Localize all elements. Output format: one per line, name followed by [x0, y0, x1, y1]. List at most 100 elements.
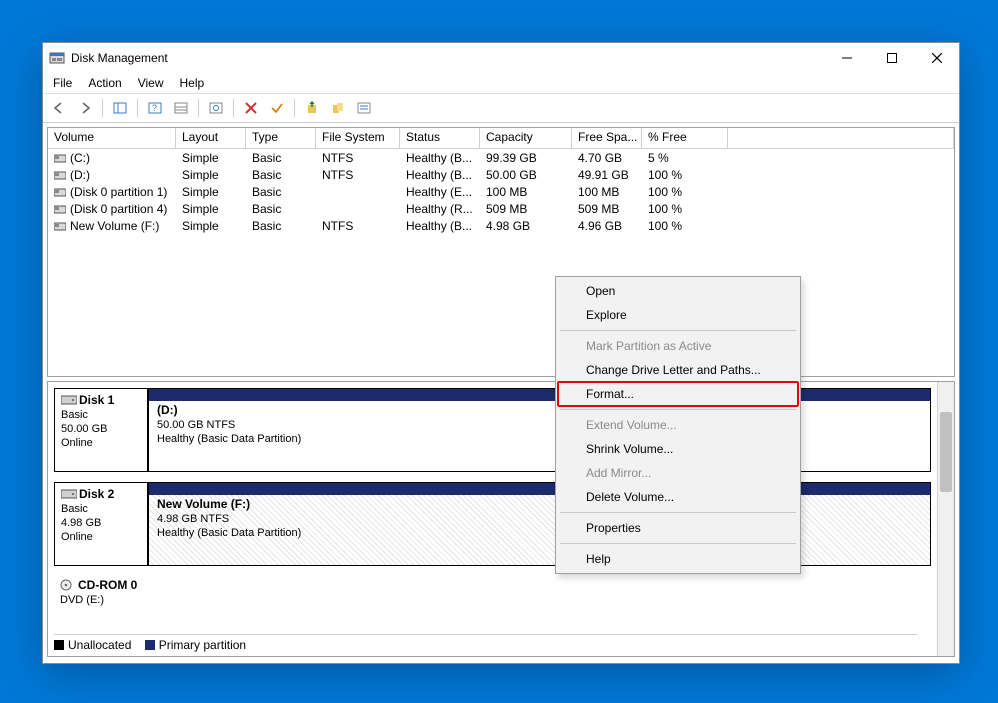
volume-status: Healthy (R... [400, 202, 480, 216]
svg-text:?: ? [152, 103, 157, 113]
app-icon [49, 50, 65, 66]
ctx-explore[interactable]: Explore [558, 303, 798, 327]
disk-type: Basic [61, 409, 88, 421]
disk-vol-title: (D:) [157, 403, 922, 417]
disk-label[interactable]: Disk 1 Basic 50.00 GB Online [54, 388, 148, 472]
volume-pct: 5 % [642, 151, 728, 165]
back-button[interactable] [47, 96, 71, 120]
volume-row[interactable]: New Volume (F:) Simple Basic NTFS Health… [48, 217, 954, 234]
ctx-shrink[interactable]: Shrink Volume... [558, 437, 798, 461]
col-pct-free[interactable]: % Free [642, 128, 728, 148]
volume-status: Healthy (B... [400, 151, 480, 165]
volume-pct: 100 % [642, 168, 728, 182]
col-status[interactable]: Status [400, 128, 480, 148]
disk-label[interactable]: Disk 2 Basic 4.98 GB Online [54, 482, 148, 566]
refresh-button[interactable] [169, 96, 193, 120]
drive-icon [54, 169, 66, 181]
disk-row: CD-ROM 0 DVD (E:) [54, 576, 931, 614]
action2-button[interactable] [326, 96, 350, 120]
volume-type: Basic [246, 185, 316, 199]
window-title: Disk Management [71, 51, 168, 65]
drive-icon [54, 152, 66, 164]
volume-capacity: 100 MB [480, 185, 572, 199]
menu-help[interactable]: Help [172, 74, 213, 92]
volume-row[interactable]: (D:) Simple Basic NTFS Healthy (B... 50.… [48, 166, 954, 183]
toolbar: ? [43, 94, 959, 123]
legend-unallocated: Unallocated [68, 638, 131, 652]
disk-icon [61, 394, 77, 406]
disk-icon [61, 488, 77, 500]
volume-free: 100 MB [572, 185, 642, 199]
ctx-change-letter[interactable]: Change Drive Letter and Paths... [558, 358, 798, 382]
col-layout[interactable]: Layout [176, 128, 246, 148]
col-free-space[interactable]: Free Spa... [572, 128, 642, 148]
volume-free: 49.91 GB [572, 168, 642, 182]
titlebar: Disk Management [43, 43, 959, 73]
show-hide-tree-button[interactable] [108, 96, 132, 120]
disk-volume[interactable]: (D:) 50.00 GB NTFS Healthy (Basic Data P… [148, 388, 931, 472]
volume-name: (C:) [70, 151, 90, 165]
volume-name: (Disk 0 partition 1) [70, 185, 167, 199]
legend-primary: Primary partition [159, 638, 246, 652]
ctx-format[interactable]: Format... [557, 381, 799, 407]
forward-button[interactable] [73, 96, 97, 120]
disk-vol-title: New Volume (F:) [157, 497, 922, 511]
close-button[interactable] [914, 43, 959, 73]
volume-capacity: 509 MB [480, 202, 572, 216]
volume-type: Basic [246, 151, 316, 165]
ctx-help[interactable]: Help [558, 547, 798, 571]
volume-layout: Simple [176, 168, 246, 182]
volume-row[interactable]: (Disk 0 partition 4) Simple Basic Health… [48, 200, 954, 217]
col-capacity[interactable]: Capacity [480, 128, 572, 148]
disk-label[interactable]: CD-ROM 0 DVD (E:) [54, 576, 148, 614]
disk-type: Basic [61, 503, 88, 515]
help-button[interactable]: ? [143, 96, 167, 120]
settings-button[interactable] [204, 96, 228, 120]
drive-icon [54, 203, 66, 215]
disk-title: Disk 2 [79, 487, 114, 501]
col-volume[interactable]: Volume [48, 128, 176, 148]
properties-button[interactable] [352, 96, 376, 120]
volume-pct: 100 % [642, 185, 728, 199]
volume-free: 4.70 GB [572, 151, 642, 165]
volume-row[interactable]: (C:) Simple Basic NTFS Healthy (B... 99.… [48, 149, 954, 166]
maximize-button[interactable] [869, 43, 914, 73]
volume-name: New Volume (F:) [70, 219, 159, 233]
context-menu: Open Explore Mark Partition as Active Ch… [555, 276, 801, 574]
volume-capacity: 99.39 GB [480, 151, 572, 165]
delete-button[interactable] [239, 96, 263, 120]
ctx-add-mirror: Add Mirror... [558, 461, 798, 485]
legend-swatch-unallocated [54, 640, 64, 650]
disk-vol-line2: Healthy (Basic Data Partition) [157, 527, 301, 539]
menu-file[interactable]: File [45, 74, 80, 92]
volume-fs: NTFS [316, 168, 400, 182]
ctx-extend: Extend Volume... [558, 413, 798, 437]
ctx-delete[interactable]: Delete Volume... [558, 485, 798, 509]
disk-management-window: Disk Management File Action View Help [42, 42, 960, 664]
volume-free: 4.96 GB [572, 219, 642, 233]
col-filesystem[interactable]: File System [316, 128, 400, 148]
col-type[interactable]: Type [246, 128, 316, 148]
check-button[interactable] [265, 96, 289, 120]
disk-vol-line1: 4.98 GB NTFS [157, 513, 229, 525]
volume-capacity: 4.98 GB [480, 219, 572, 233]
disk-size: 4.98 GB [61, 517, 101, 529]
ctx-properties[interactable]: Properties [558, 516, 798, 540]
menu-action[interactable]: Action [80, 74, 129, 92]
menu-view[interactable]: View [130, 74, 172, 92]
scrollbar-thumb[interactable] [940, 412, 952, 492]
volume-rows: (C:) Simple Basic NTFS Healthy (B... 99.… [48, 149, 954, 234]
disk-volume-selected[interactable]: New Volume (F:) 4.98 GB NTFS Healthy (Ba… [148, 482, 931, 566]
ctx-open[interactable]: Open [558, 279, 798, 303]
volume-list: Volume Layout Type File System Status Ca… [47, 127, 955, 377]
volume-capacity: 50.00 GB [480, 168, 572, 182]
drive-icon [54, 186, 66, 198]
volume-type: Basic [246, 168, 316, 182]
ctx-mark-active: Mark Partition as Active [558, 334, 798, 358]
action1-button[interactable] [300, 96, 324, 120]
scrollbar[interactable] [937, 382, 954, 656]
volume-list-header: Volume Layout Type File System Status Ca… [48, 128, 954, 149]
minimize-button[interactable] [824, 43, 869, 73]
volume-row[interactable]: (Disk 0 partition 1) Simple Basic Health… [48, 183, 954, 200]
legend: Unallocated Primary partition [54, 634, 917, 652]
